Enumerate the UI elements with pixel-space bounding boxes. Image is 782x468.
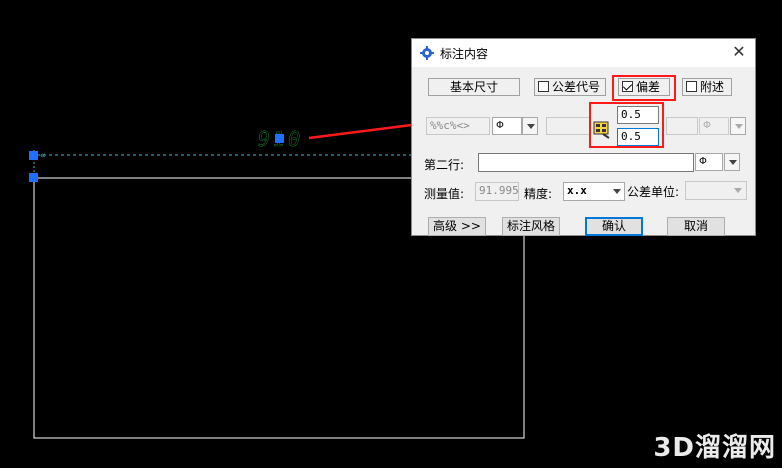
tab-tolerance-code-label: 公差代号: [552, 80, 601, 94]
grip-text[interactable]: [275, 134, 284, 143]
tab-attached-label: 附述: [700, 80, 725, 94]
gear-icon: [420, 46, 434, 60]
suffix-symbol-select[interactable]: Φ: [699, 117, 729, 135]
measured-value-label: 测量值:: [424, 187, 465, 201]
second-line-symbol-select[interactable]: Φ: [695, 153, 723, 171]
tolerance-unit-label: 公差单位:: [627, 185, 680, 199]
close-button[interactable]: ✕: [729, 42, 749, 62]
tab-tolerance-code[interactable]: 公差代号: [534, 78, 606, 96]
deviation-values-highlight-box: [589, 102, 664, 148]
deviation-highlight-box: [612, 75, 676, 101]
precision-label: 精度:: [524, 187, 553, 201]
grip-bottom[interactable]: [29, 173, 38, 182]
suffix-symbol-dropdown[interactable]: [730, 117, 746, 135]
annotation-dialog: 标注内容 ✕ 基本尺寸 公差代号 偏差 附述 %%c%<> Φ 0.5 0.5 …: [411, 38, 756, 236]
dimension-arrow-mark: «: [40, 151, 45, 161]
prefix-symbol-select[interactable]: Φ: [492, 117, 522, 135]
dialog-title: 标注内容: [440, 47, 489, 61]
dialog-titlebar[interactable]: 标注内容 ✕: [412, 39, 755, 67]
second-line-label: 第二行:: [424, 158, 465, 172]
prefix-symbol-dropdown[interactable]: [522, 117, 538, 135]
measured-value-field: 91.9952: [475, 182, 519, 201]
tab-basic-size[interactable]: 基本尺寸: [428, 78, 520, 96]
phi-symbol-icon-3: Φ: [699, 156, 707, 167]
watermark-logo: 3D溜溜网: [653, 433, 776, 463]
grip-top[interactable]: [29, 151, 38, 160]
tab-basic-label: 基本尺寸: [449, 80, 498, 94]
tolerance-code-checkbox[interactable]: [538, 81, 549, 92]
second-line-symbol-dropdown[interactable]: [724, 153, 740, 171]
tab-attached[interactable]: 附述: [682, 78, 732, 96]
cancel-button[interactable]: 取消: [667, 217, 725, 236]
precision-dropdown[interactable]: [609, 183, 625, 201]
ok-button[interactable]: 确认: [585, 217, 643, 236]
first-line-extra-input[interactable]: [546, 117, 590, 135]
tolerance-unit-dropdown[interactable]: [730, 182, 746, 200]
annotation-style-button[interactable]: 标注风格: [502, 217, 560, 236]
advanced-button[interactable]: 高级 >>: [428, 217, 486, 236]
attached-checkbox[interactable]: [686, 81, 697, 92]
phi-symbol-icon: Φ: [496, 120, 504, 131]
phi-symbol-icon-2: Φ: [703, 120, 711, 131]
first-line-input[interactable]: %%c%<>: [426, 117, 490, 135]
second-line-input[interactable]: [478, 153, 694, 172]
first-line-suffix-input[interactable]: [666, 117, 698, 135]
